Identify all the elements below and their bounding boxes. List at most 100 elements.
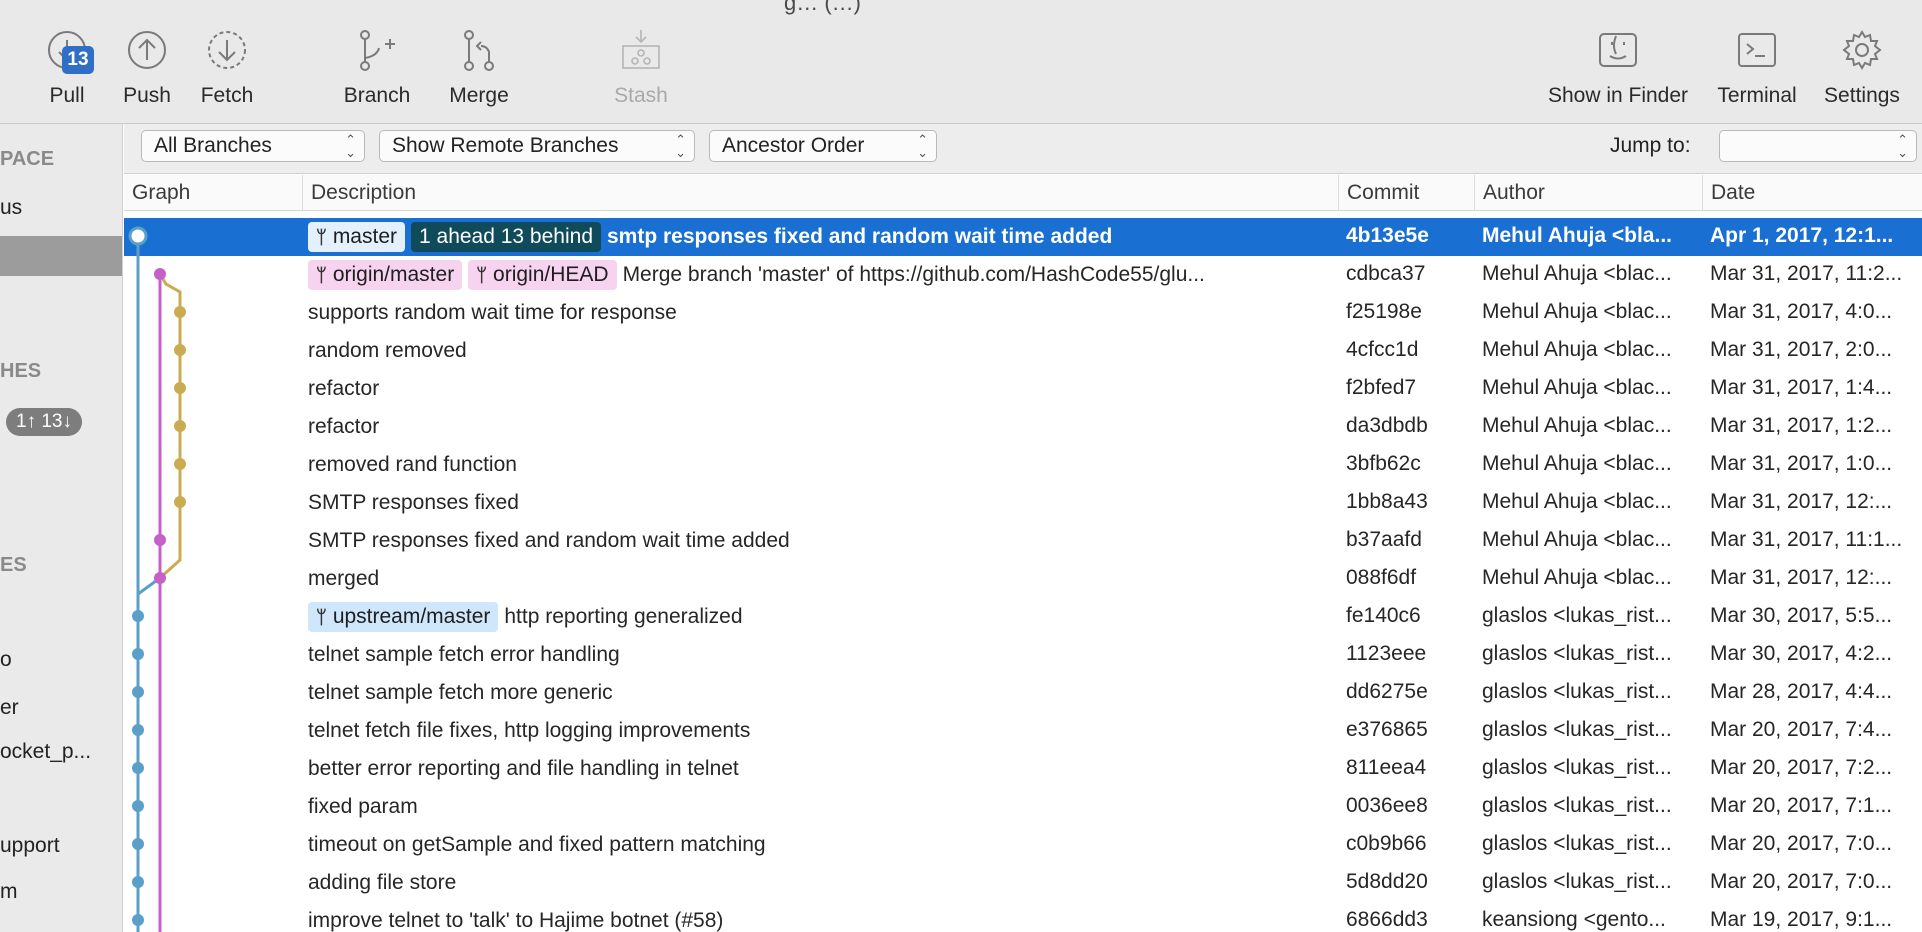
graph-dot xyxy=(132,838,144,850)
chevron-updown-icon: ⌃ ⌄ xyxy=(345,132,356,160)
commit-row[interactable]: refactor f2bfed7 Mehul Ahuja <blac... Mar 3… xyxy=(124,370,1922,408)
stash-button[interactable]: Stash xyxy=(586,28,696,108)
sidebar-item-workspace[interactable]: us xyxy=(0,196,22,220)
jump-to-dropdown[interactable]: ⌃ ⌄ xyxy=(1719,130,1917,162)
branch-label[interactable]: ᛘ master xyxy=(308,222,405,252)
commit-hash: b37aafd xyxy=(1346,528,1422,551)
fetch-icon xyxy=(205,28,249,72)
graph-dot xyxy=(174,306,186,318)
commit-row[interactable]: telnet sample fetch error handling 1123ee… xyxy=(124,636,1922,674)
stash-icon xyxy=(619,28,663,72)
commit-description: SMTP responses fixed and random wait tim… xyxy=(308,522,1458,560)
branch-icon: ᛘ xyxy=(316,265,327,285)
show-in-finder-button[interactable]: Show in Finder xyxy=(1528,28,1708,108)
order-dropdown[interactable]: Ancestor Order ⌃ ⌄ xyxy=(709,130,937,162)
branch-label[interactable]: ᛘ origin/HEAD xyxy=(468,260,617,290)
column-commit[interactable]: Commit xyxy=(1338,175,1474,211)
commit-row[interactable]: ᛘ master 1 ahead 13 behind smtp responses f… xyxy=(124,218,1922,256)
commit-message: Merge branch 'master' of https://github.… xyxy=(622,263,1205,286)
commit-date: Mar 20, 2017, 7:4... xyxy=(1710,718,1893,741)
terminal-button[interactable]: Terminal xyxy=(1702,28,1812,108)
commit-description: SMTP responses fixed xyxy=(308,484,1458,522)
terminal-label: Terminal xyxy=(1717,84,1797,107)
ahead-behind-label[interactable]: 1 ahead 13 behind xyxy=(411,222,601,252)
sidebar-item[interactable]: ocket_p... xyxy=(0,740,91,764)
commit-message: timeout on getSample and fixed pattern m… xyxy=(308,833,766,856)
remote-branches-dropdown[interactable]: Show Remote Branches ⌃ ⌄ xyxy=(379,130,695,162)
commit-date: Mar 30, 2017, 4:2... xyxy=(1710,642,1893,665)
commit-row[interactable]: adding file store 5d8dd20 glaslos <lukas_r… xyxy=(124,864,1922,902)
graph-line-blue-merge xyxy=(136,576,161,616)
commit-row[interactable]: ᛘ origin/master ᛘ origin/HEAD Merge branch '… xyxy=(124,256,1922,294)
sidebar-item[interactable]: upport xyxy=(0,834,60,858)
commit-message: fixed param xyxy=(308,795,418,818)
commit-row[interactable]: merged 088f6df Mehul Ahuja <blac... Mar 31,… xyxy=(124,560,1922,598)
push-icon xyxy=(125,28,169,72)
branch-label-text: 1 ahead 13 behind xyxy=(419,225,593,248)
commit-hash: 088f6df xyxy=(1346,566,1417,589)
commit-row[interactable]: timeout on getSample and fixed pattern m… xyxy=(124,826,1922,864)
commit-message: smtp responses fixed and random wait tim… xyxy=(607,225,1113,248)
settings-button[interactable]: Settings xyxy=(1807,28,1917,108)
sidebar-item[interactable]: m xyxy=(0,880,18,904)
sidebar-remotes-header: ES xyxy=(0,554,27,576)
commit-row[interactable]: telnet sample fetch more generic dd6275e g… xyxy=(124,674,1922,712)
column-graph[interactable]: Graph xyxy=(124,175,302,211)
commit-row[interactable]: better error reporting and file handling… xyxy=(124,750,1922,788)
commit-author: Mehul Ahuja <blac... xyxy=(1482,338,1672,361)
commit-hash: 6866dd3 xyxy=(1346,908,1428,931)
commit-row[interactable]: random removed 4cfcc1d Mehul Ahuja <blac..… xyxy=(124,332,1922,370)
commit-row[interactable]: SMTP responses fixed 1bb8a43 Mehul Ahuja <… xyxy=(124,484,1922,522)
sidebar: PACE us HES 1↑ 13↓ ES o er ocket_p... up… xyxy=(0,124,123,932)
commit-description: better error reporting and file handling… xyxy=(308,750,1458,788)
sidebar-item[interactable]: er xyxy=(0,696,19,720)
branch-label-text: origin/master xyxy=(332,263,455,286)
sidebar-item[interactable]: o xyxy=(0,648,12,672)
commit-hash: f2bfed7 xyxy=(1346,376,1417,399)
commit-hash: c0b9b66 xyxy=(1346,832,1427,855)
commit-date: Mar 28, 2017, 4:4... xyxy=(1710,680,1893,703)
commit-row[interactable]: telnet fetch file fixes, http logging im… xyxy=(124,712,1922,750)
commit-message: SMTP responses fixed and random wait tim… xyxy=(308,529,790,552)
commit-description: refactor xyxy=(308,408,1458,446)
commit-hash: 811eea4 xyxy=(1346,756,1427,779)
commit-hash: 4b13e5e xyxy=(1346,224,1429,247)
chevron-updown-icon: ⌃ ⌄ xyxy=(675,132,686,160)
graph-dot xyxy=(174,420,186,432)
commit-author: glaslos <lukas_rist... xyxy=(1482,642,1672,665)
graph-dot xyxy=(132,876,144,888)
commit-message: telnet sample fetch more generic xyxy=(308,681,613,704)
toolbar: g… (…) 13 Pull Push Fetch Branch Merge S… xyxy=(0,0,1922,124)
commit-row[interactable]: SMTP responses fixed and random wait tim… xyxy=(124,522,1922,560)
merge-button[interactable]: Merge xyxy=(424,28,534,108)
column-date[interactable]: Date xyxy=(1702,175,1922,211)
commit-author: Mehul Ahuja <bla... xyxy=(1482,224,1672,247)
commit-row[interactable]: improve telnet to 'talk' to Hajime botne… xyxy=(124,902,1922,932)
commit-row[interactable]: removed rand function 3bfb62c Mehul Ahuja … xyxy=(124,446,1922,484)
graph-dot xyxy=(174,344,186,356)
filter-bar: All Branches ⌃ ⌄ Show Remote Branches ⌃ ⌄ … xyxy=(124,124,1922,174)
commit-message: merged xyxy=(308,567,380,590)
commit-date: Mar 20, 2017, 7:0... xyxy=(1710,832,1893,855)
commit-message: telnet sample fetch error handling xyxy=(308,643,620,666)
commit-row[interactable]: refactor da3dbdb Mehul Ahuja <blac... Mar 3… xyxy=(124,408,1922,446)
commit-author: glaslos <lukas_rist... xyxy=(1482,832,1672,855)
commit-date: Mar 31, 2017, 4:0... xyxy=(1710,300,1893,323)
jump-to-label: Jump to: xyxy=(1610,134,1691,157)
commit-row[interactable]: fixed param 0036ee8 glaslos <lukas_rist...… xyxy=(124,788,1922,826)
column-author[interactable]: Author xyxy=(1474,175,1702,211)
branch-button[interactable]: Branch xyxy=(322,28,432,108)
branches-filter-dropdown[interactable]: All Branches ⌃ ⌄ xyxy=(141,130,365,162)
column-description[interactable]: Description xyxy=(302,175,1338,211)
branch-label[interactable]: ᛘ origin/master xyxy=(308,260,463,290)
chevron-updown-icon: ⌃ ⌄ xyxy=(917,132,928,160)
commit-row[interactable]: supports random wait time for response f2… xyxy=(124,294,1922,332)
commit-message: adding file store xyxy=(308,871,457,894)
commit-row[interactable]: ᛘ upstream/master http reporting generaliz… xyxy=(124,598,1922,636)
sidebar-selected-item[interactable] xyxy=(0,236,122,276)
gear-icon xyxy=(1840,28,1884,72)
branch-label[interactable]: ᛘ upstream/master xyxy=(308,602,499,632)
fetch-label: Fetch xyxy=(200,84,254,107)
commit-message: removed rand function xyxy=(308,453,517,476)
fetch-button[interactable]: Fetch xyxy=(172,28,282,108)
